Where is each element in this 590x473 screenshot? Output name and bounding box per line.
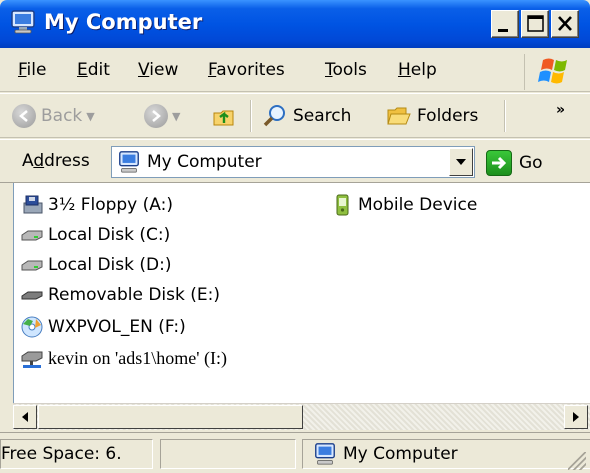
window-title: My Computer [44, 10, 203, 34]
toolbar-separator [504, 100, 505, 132]
search-label: Search [293, 106, 352, 126]
up-button[interactable] [211, 100, 237, 132]
menu-view[interactable]: View [138, 60, 178, 80]
status-bar: Free Space: 6. My Computer [0, 432, 590, 473]
windows-flag-icon [538, 58, 567, 84]
cd-drive-icon [19, 314, 45, 340]
list-item[interactable]: 3½ Floppy (A:) [19, 191, 173, 219]
file-view[interactable]: 3½ Floppy (A:) Local Disk (C:) Local Dis… [13, 183, 590, 403]
folders-label: Folders [417, 106, 479, 126]
address-bar: Address My Computer Go [0, 139, 590, 183]
scroll-right-button[interactable] [564, 405, 588, 429]
floppy-drive-icon [19, 192, 45, 218]
mobile-device-icon [329, 192, 355, 218]
network-drive-icon [19, 345, 45, 371]
folder-icon [387, 107, 411, 125]
status-panel-empty [160, 439, 296, 469]
go-button[interactable]: Go [486, 148, 543, 178]
removable-disk-icon [19, 282, 45, 308]
toolbar-separator [250, 100, 251, 132]
close-button[interactable] [551, 10, 579, 38]
chevron-down-icon [456, 159, 466, 165]
address-label: Address [22, 151, 90, 171]
status-location: My Computer [302, 439, 590, 469]
close-icon [558, 16, 572, 31]
back-arrow-icon [12, 104, 36, 128]
toolbar-overflow-chevron[interactable]: » [556, 102, 565, 118]
menu-file[interactable]: File [18, 60, 46, 80]
title-bar[interactable]: My Computer [0, 0, 590, 48]
scrollbar-thumb[interactable] [38, 405, 303, 429]
address-dropdown-button[interactable] [449, 148, 473, 176]
menu-bar: File Edit View Favorites Tools Help [0, 48, 590, 92]
my-computer-icon [119, 151, 139, 173]
folder-up-icon [213, 110, 234, 126]
minimize-button[interactable] [491, 10, 519, 38]
menu-favorites[interactable]: Favorites [208, 60, 285, 80]
arrow-left-icon [22, 412, 28, 422]
forward-arrow-icon [144, 104, 168, 128]
menu-tools[interactable]: Tools [325, 60, 367, 80]
list-item[interactable]: kevin on 'ads1\home' (I:) [19, 344, 227, 372]
search-icon [263, 105, 285, 127]
folders-button[interactable]: Folders [386, 100, 478, 132]
forward-button[interactable]: ▼ [144, 100, 180, 132]
address-value: My Computer [147, 152, 262, 172]
back-label: Back [41, 106, 83, 126]
back-button[interactable]: Back ▼ [12, 100, 95, 132]
address-input[interactable]: My Computer [111, 146, 475, 178]
menu-help[interactable]: Help [398, 60, 437, 80]
go-arrow-icon [486, 150, 512, 176]
explorer-window: My Computer File Edit View Favorites Too… [0, 0, 590, 473]
resize-grip-icon[interactable] [568, 452, 586, 470]
list-item[interactable]: Mobile Device [329, 191, 477, 219]
list-item[interactable]: Local Disk (D:) [19, 251, 171, 279]
maximize-icon [527, 15, 544, 32]
list-item[interactable]: Removable Disk (E:) [19, 281, 220, 309]
standard-toolbar: Back ▼ ▼ Search Folders » [0, 93, 590, 138]
menu-edit[interactable]: Edit [77, 60, 110, 80]
status-free-space: Free Space: 6. [0, 439, 153, 469]
arrow-right-icon [573, 412, 579, 422]
hard-disk-icon [19, 252, 45, 278]
horizontal-scrollbar[interactable] [13, 403, 590, 430]
list-item[interactable]: WXPVOL_EN (F:) [19, 313, 186, 341]
minimize-icon [498, 29, 508, 32]
maximize-button[interactable] [521, 10, 549, 38]
search-button[interactable]: Search [262, 100, 351, 132]
back-dropdown-icon[interactable]: ▼ [86, 110, 94, 123]
go-label: Go [519, 153, 543, 173]
list-item[interactable]: Local Disk (C:) [19, 221, 170, 249]
forward-dropdown-icon[interactable]: ▼ [172, 110, 180, 123]
scroll-left-button[interactable] [13, 405, 37, 429]
my-computer-icon [11, 10, 35, 34]
hard-disk-icon [19, 222, 45, 248]
windows-logo [524, 54, 586, 90]
my-computer-icon [315, 443, 335, 465]
